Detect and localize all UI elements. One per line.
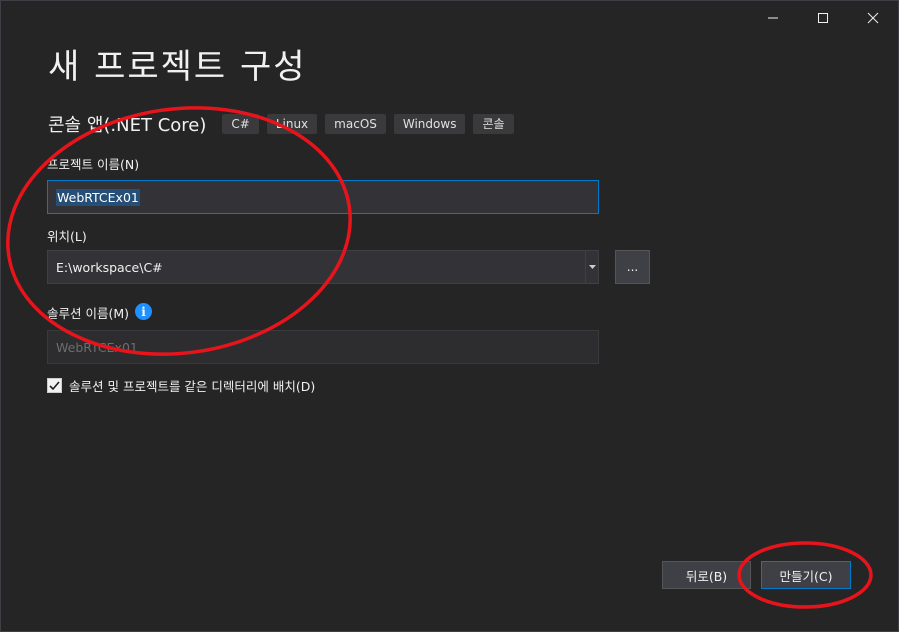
- location-combobox[interactable]: E:\workspace\C#: [47, 250, 599, 284]
- tag-csharp: C#: [222, 114, 259, 134]
- location-label: 위치(L): [47, 229, 87, 244]
- minimize-button[interactable]: [748, 1, 798, 35]
- tag-console: 콘솔: [473, 114, 514, 134]
- window-caption-buttons: [748, 1, 898, 35]
- project-name-value: WebRTCEx01: [56, 188, 140, 206]
- create-button[interactable]: 만들기(C): [761, 561, 851, 589]
- solution-name-label: 솔루션 이름(M): [47, 306, 130, 321]
- back-button[interactable]: 뒤로(B): [662, 561, 751, 589]
- maximize-icon: [818, 13, 828, 23]
- same-directory-checkbox[interactable]: [47, 378, 62, 393]
- close-icon: [867, 12, 879, 24]
- tag-linux: Linux: [266, 114, 318, 134]
- project-name-label: 프로젝트 이름(N): [47, 157, 140, 172]
- template-summary: 콘솔 앱(.NET Core) C# Linux macOS Windows 콘…: [48, 111, 522, 137]
- info-icon[interactable]: i: [135, 303, 152, 320]
- browse-location-button[interactable]: ...: [615, 250, 650, 284]
- page-title: 새 프로젝트 구성: [48, 47, 307, 87]
- same-directory-option[interactable]: 솔루션 및 프로젝트를 같은 디렉터리에 배치(D): [47, 376, 315, 395]
- location-dropdown-button[interactable]: [585, 251, 598, 283]
- solution-name-value: WebRTCEx01: [56, 339, 138, 355]
- minimize-icon: [768, 17, 778, 19]
- location-value: E:\workspace\C#: [56, 259, 163, 275]
- configure-project-window: 새 프로젝트 구성 콘솔 앱(.NET Core) C# Linux macOS…: [0, 0, 899, 632]
- tag-macos: macOS: [325, 114, 386, 134]
- chevron-down-icon: [588, 265, 596, 269]
- close-button[interactable]: [848, 1, 898, 35]
- template-name: 콘솔 앱(.NET Core): [48, 115, 207, 136]
- same-directory-label: 솔루션 및 프로젝트를 같은 디렉터리에 배치(D): [69, 379, 316, 394]
- solution-name-input: WebRTCEx01: [47, 330, 599, 364]
- maximize-button[interactable]: [798, 1, 848, 35]
- tag-windows: Windows: [393, 114, 466, 134]
- checkmark-icon: [49, 380, 60, 390]
- project-name-input[interactable]: WebRTCEx01: [47, 180, 599, 214]
